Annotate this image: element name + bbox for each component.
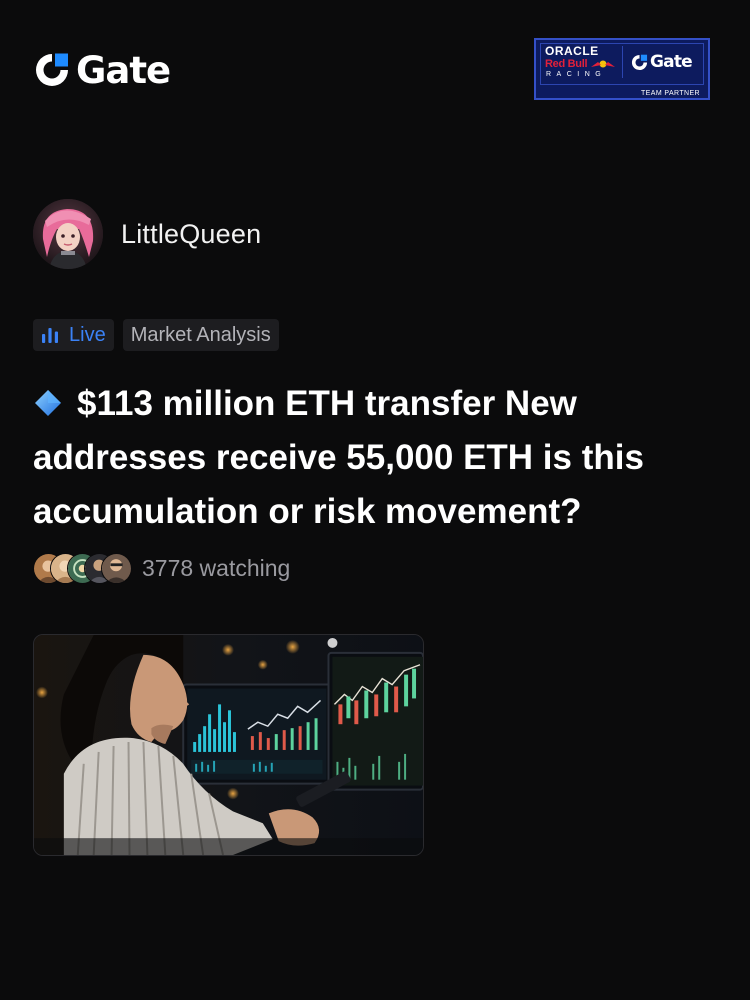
team-partner-label: TEAM PARTNER bbox=[641, 90, 700, 97]
category-label: Market Analysis bbox=[130, 323, 271, 346]
category-tag[interactable]: Market Analysis bbox=[122, 319, 279, 351]
post-title[interactable]: $113 million ETH transfer New addresses … bbox=[33, 377, 723, 539]
viewer-avatar bbox=[101, 553, 132, 584]
bulls-emblem-icon bbox=[591, 60, 615, 68]
live-tag[interactable]: Live bbox=[33, 319, 114, 351]
partner-gate-text: Gate bbox=[650, 52, 693, 72]
partner-gate-logo: Gate bbox=[631, 52, 693, 72]
partner-redbull-text: Red Bull bbox=[545, 58, 588, 70]
author-row[interactable]: LittleQueen bbox=[33, 199, 261, 269]
brand-name: Gate bbox=[76, 48, 171, 92]
gate-logo-icon bbox=[631, 54, 648, 70]
bar-chart-icon bbox=[42, 328, 58, 343]
avatar-illustration bbox=[33, 199, 103, 269]
audience-row: 3778 watching bbox=[33, 553, 290, 584]
tag-row: Live Market Analysis bbox=[33, 319, 279, 351]
cover-image[interactable] bbox=[33, 634, 424, 856]
blue-diamond-icon bbox=[35, 390, 61, 416]
gate-logo-icon bbox=[36, 53, 68, 86]
trader-charts-illustration bbox=[34, 635, 423, 855]
post-title-text: $113 million ETH transfer New addresses … bbox=[33, 384, 644, 531]
author-name[interactable]: LittleQueen bbox=[121, 219, 261, 250]
partner-racing-text: RACING bbox=[546, 71, 607, 78]
partner-badge: ORACLE Red Bull RACING Gate TEAM PARTNER bbox=[534, 38, 710, 100]
partner-divider bbox=[622, 46, 623, 78]
live-label: Live bbox=[69, 323, 106, 346]
viewer-avatars bbox=[33, 553, 132, 584]
partner-oracle-text: ORACLE bbox=[545, 44, 599, 58]
avatar[interactable] bbox=[33, 199, 103, 269]
gate-logo[interactable]: Gate bbox=[34, 48, 171, 92]
watching-count: 3778 watching bbox=[142, 555, 291, 581]
